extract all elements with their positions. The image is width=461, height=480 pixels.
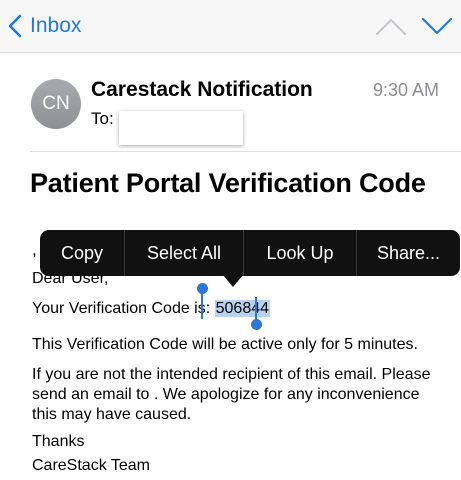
sender-name[interactable]: Carestack Notification	[91, 78, 313, 102]
menu-pointer	[223, 275, 243, 287]
active-duration-text: This Verification Code will be active on…	[32, 336, 418, 353]
selection-end-handle[interactable]	[251, 297, 262, 333]
signature-text: CareStack Team	[32, 457, 150, 474]
menu-select-all[interactable]: Select All	[125, 230, 243, 276]
selection-start-bar	[201, 291, 203, 319]
avatar[interactable]: CN	[31, 79, 81, 129]
verification-code-line: Your Verification Code is: 506844	[32, 300, 271, 318]
menu-share[interactable]: Share...	[357, 230, 460, 276]
chevron-up-icon[interactable]	[374, 12, 408, 40]
verification-code-selected[interactable]: 506844	[214, 300, 271, 317]
chevron-down-icon[interactable]	[420, 12, 454, 40]
selection-start-handle[interactable]	[197, 283, 208, 319]
back-label: Inbox	[30, 14, 82, 37]
chevron-left-icon	[8, 14, 22, 38]
header-divider	[30, 151, 461, 152]
navigation-bar: Inbox	[0, 0, 461, 53]
back-to-inbox-button[interactable]: Inbox	[8, 11, 81, 41]
code-prefix: Your Verification Code is:	[32, 300, 215, 317]
recipient-notice-text: If you are not the intended recipient of…	[32, 366, 431, 423]
stray-text: ,	[32, 240, 37, 259]
menu-copy[interactable]: Copy	[40, 230, 124, 276]
menu-look-up[interactable]: Look Up	[244, 230, 356, 276]
to-label: To:	[91, 109, 114, 128]
selection-end-knob	[251, 319, 262, 330]
recipient-redaction-box	[119, 111, 243, 145]
text-selection-menu: Copy Select All Look Up Share...	[40, 230, 460, 276]
message-subject: Patient Portal Verification Code	[30, 168, 426, 198]
thanks-text: Thanks	[32, 433, 85, 450]
message-time: 9:30 AM	[372, 80, 439, 100]
